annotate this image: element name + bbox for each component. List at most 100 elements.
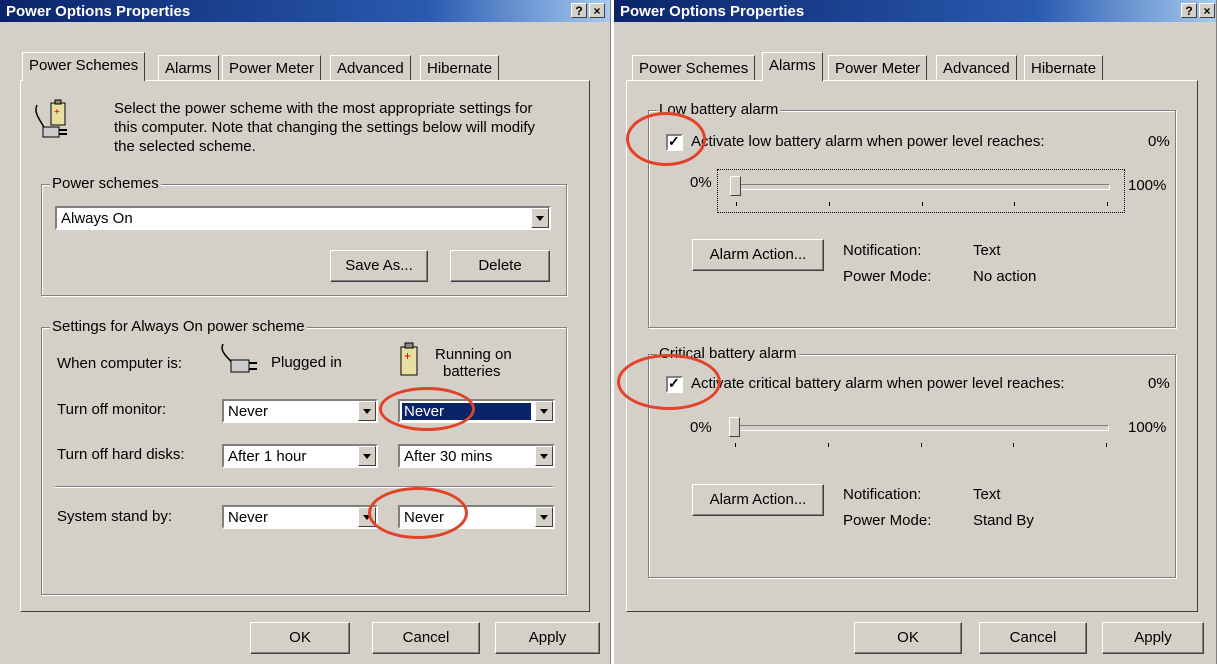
monitor-plugged-select[interactable]: Never: [222, 399, 378, 423]
critical-slider-tick: [921, 443, 922, 447]
tab-advanced[interactable]: Advanced: [330, 55, 411, 80]
power-options-dialog-left: Power Options Properties ? × Power Schem…: [0, 0, 611, 664]
critical-slider-track: [731, 425, 1109, 431]
tab-alarms[interactable]: Alarms: [158, 55, 219, 80]
window-title: Power Options Properties: [620, 3, 805, 20]
power-scheme-select[interactable]: Always On: [55, 206, 551, 230]
settings-divider: [55, 486, 553, 488]
low-battery-group: Low battery alarm Activate low battery a…: [648, 101, 1176, 328]
description-line-3: the selected scheme.: [114, 138, 256, 155]
title-bar[interactable]: Power Options Properties ? ×: [614, 0, 1216, 22]
plug-icon: [221, 343, 257, 373]
disks-plugged-value: After 1 hour: [228, 448, 307, 465]
description-line-1: Select the power scheme with the most ap…: [114, 100, 533, 117]
critical-power-mode-label: Power Mode:: [843, 512, 932, 529]
low-power-mode-label: Power Mode:: [843, 268, 932, 285]
cancel-button[interactable]: Cancel: [372, 622, 480, 654]
critical-slider-min-label: 0%: [690, 419, 712, 436]
tab-power-meter[interactable]: Power Meter: [222, 55, 322, 80]
tab-panel: + Select the power scheme with the most …: [20, 80, 590, 612]
low-slider-tick: [736, 202, 737, 206]
critical-battery-group: Critical battery alarm Activate critical…: [648, 345, 1176, 578]
turn-off-hard-disks-label: Turn off hard disks:: [57, 446, 185, 463]
chevron-down-icon[interactable]: [535, 507, 553, 527]
delete-button[interactable]: Delete: [450, 250, 550, 282]
critical-slider-tick: [735, 443, 736, 447]
chevron-down-icon[interactable]: [535, 401, 553, 421]
settings-group-label: Settings for Always On power scheme: [50, 318, 307, 335]
tab-power-schemes[interactable]: Power Schemes: [632, 55, 756, 80]
chevron-down-icon[interactable]: [358, 401, 376, 421]
power-schemes-group: Power schemes Always On Save As... Delet…: [41, 175, 567, 296]
help-button[interactable]: ?: [571, 3, 587, 18]
running-on-label: Running on: [435, 346, 512, 363]
svg-text:+: +: [54, 107, 60, 118]
turn-off-monitor-label: Turn off monitor:: [57, 401, 167, 418]
disks-plugged-select[interactable]: After 1 hour: [222, 444, 378, 468]
chevron-down-icon[interactable]: [358, 446, 376, 466]
critical-power-mode-value: Stand By: [973, 512, 1034, 529]
annotation-circle-critical-checkbox: [617, 354, 721, 410]
svg-text:+: +: [404, 349, 411, 363]
power-options-dialog-right: Power Options Properties ? × Power Schem…: [614, 0, 1217, 664]
low-slider-tick: [1014, 202, 1015, 206]
low-notification-label: Notification:: [843, 242, 922, 259]
settings-group: Settings for Always On power scheme When…: [41, 318, 567, 595]
tab-strip: Power Schemes Alarms Power Meter Advance…: [0, 52, 610, 81]
critical-battery-percent: 0%: [1148, 375, 1170, 392]
cancel-button[interactable]: Cancel: [979, 622, 1087, 654]
save-as-button[interactable]: Save As...: [330, 250, 428, 282]
standby-plugged-select[interactable]: Never: [222, 505, 378, 529]
low-slider-tick: [829, 202, 830, 206]
low-battery-checkbox-label[interactable]: Activate low battery alarm when power le…: [691, 133, 1045, 150]
tab-alarms[interactable]: Alarms: [762, 52, 823, 81]
chevron-down-icon[interactable]: [531, 208, 549, 228]
low-battery-slider[interactable]: [717, 169, 1125, 213]
description-line-2: this computer. Note that changing the se…: [114, 119, 536, 136]
critical-slider-tick: [1106, 443, 1107, 447]
ok-button[interactable]: OK: [250, 622, 350, 654]
critical-battery-checkbox-label[interactable]: Activate critical battery alarm when pow…: [691, 375, 1065, 392]
tab-hibernate[interactable]: Hibernate: [1024, 55, 1104, 80]
chevron-down-icon[interactable]: [535, 446, 553, 466]
tab-power-meter[interactable]: Power Meter: [828, 55, 928, 80]
low-battery-percent: 0%: [1148, 133, 1170, 150]
power-scheme-value: Always On: [61, 210, 133, 227]
tab-advanced[interactable]: Advanced: [936, 55, 1017, 80]
window-title: Power Options Properties: [6, 3, 191, 20]
critical-slider-tick: [828, 443, 829, 447]
apply-button[interactable]: Apply: [495, 622, 600, 654]
title-bar[interactable]: Power Options Properties ? ×: [0, 0, 610, 22]
low-notification-value: Text: [973, 242, 1001, 259]
batteries-label: batteries: [443, 363, 501, 380]
critical-battery-slider[interactable]: [717, 411, 1123, 453]
help-button[interactable]: ?: [1181, 3, 1197, 18]
system-standby-label: System stand by:: [57, 508, 173, 525]
monitor-plugged-value: Never: [228, 403, 269, 420]
low-slider-tick: [922, 202, 923, 206]
tab-panel: Low battery alarm Activate low battery a…: [626, 80, 1198, 612]
tab-power-schemes[interactable]: Power Schemes: [22, 52, 146, 81]
plugged-in-label: Plugged in: [271, 354, 342, 371]
annotation-circle-standby: [368, 487, 468, 539]
low-slider-min-label: 0%: [690, 174, 712, 191]
critical-slider-tick: [1013, 443, 1014, 447]
critical-slider-max-label: 100%: [1128, 419, 1167, 436]
low-slider-thumb[interactable]: [730, 176, 741, 196]
battery-icon: +: [400, 342, 418, 376]
low-slider-tick: [1107, 202, 1108, 206]
power-schemes-group-label: Power schemes: [50, 175, 161, 192]
power-plug-battery-icon: +: [35, 99, 67, 138]
tab-strip: Power Schemes Alarms Power Meter Advance…: [614, 52, 1216, 81]
apply-button[interactable]: Apply: [1102, 622, 1204, 654]
close-button[interactable]: ×: [1199, 3, 1215, 18]
low-slider-max-label: 100%: [1128, 177, 1167, 194]
disks-battery-select[interactable]: After 30 mins: [398, 444, 555, 468]
critical-slider-thumb[interactable]: [729, 417, 740, 437]
low-alarm-action-button[interactable]: Alarm Action...: [692, 239, 824, 271]
close-button[interactable]: ×: [589, 3, 605, 18]
tab-hibernate[interactable]: Hibernate: [420, 55, 500, 80]
annotation-circle-low-checkbox: [626, 112, 706, 166]
ok-button[interactable]: OK: [854, 622, 962, 654]
critical-alarm-action-button[interactable]: Alarm Action...: [692, 484, 824, 516]
